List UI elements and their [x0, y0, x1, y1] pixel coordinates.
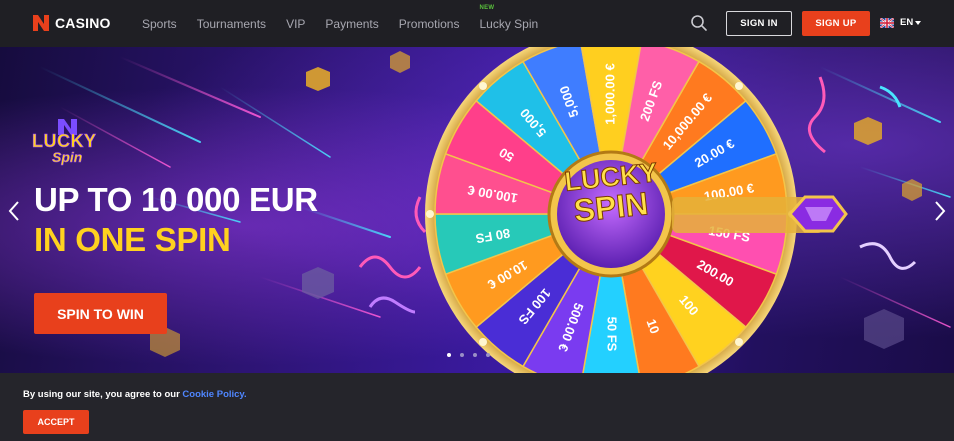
language-selector[interactable]: EN [880, 17, 922, 28]
sign-up-button[interactable]: SIGN UP [802, 11, 870, 36]
wheel-segment-label: 50 FS [605, 317, 620, 352]
search-icon[interactable] [690, 14, 708, 32]
caret-down-icon [915, 20, 922, 25]
wheel-segment-label: 1,000.00 € [602, 63, 617, 124]
sign-in-button[interactable]: SIGN IN [726, 11, 792, 36]
nav-item-tournaments[interactable]: Tournaments [197, 17, 266, 31]
wheel-pointer [672, 195, 848, 233]
nav-item-sports[interactable]: Sports [142, 17, 177, 31]
lucky-spin-logo: LUCKY Spin [30, 113, 120, 173]
nav-item-lucky-spin[interactable]: NEW Lucky Spin [479, 5, 539, 31]
carousel-dot-3[interactable] [473, 353, 477, 357]
spin-to-win-button[interactable]: SPIN TO WIN [34, 293, 167, 334]
lucky-logo-word2: Spin [52, 149, 83, 166]
hero-headline-line1: UP TO 10 000 EUR [34, 181, 318, 218]
accept-cookies-button[interactable]: ACCEPT [23, 410, 89, 434]
hero-banner: 5,000 5,000 1,000.00 €200 FS 10,000.00 €20.… [0, 47, 954, 373]
logo-text: CASINO [55, 15, 111, 31]
carousel-dot-4[interactable] [486, 353, 490, 357]
wheel-center-label: LUCKY SPIN [555, 157, 667, 230]
carousel-dot-2[interactable] [460, 353, 464, 357]
nav-item-vip[interactable]: VIP [286, 17, 305, 31]
uk-flag-icon [880, 17, 894, 28]
cookie-text: By using our site, you agree to our [23, 389, 183, 400]
cookie-policy-link[interactable]: Cookie Policy. [182, 389, 246, 400]
main-nav: Sports Tournaments VIP Payments Promotio… [142, 0, 558, 47]
nav-item-lucky-spin-label: Lucky Spin [479, 16, 539, 31]
language-label: EN [900, 17, 914, 28]
hero-headline-line2: IN ONE SPIN [34, 221, 231, 258]
cookie-message: By using our site, you agree to our Cook… [23, 389, 247, 400]
casino-logo[interactable]: CASINO [32, 14, 111, 32]
carousel-dots [447, 353, 499, 357]
nav-item-payments[interactable]: Payments [325, 17, 378, 31]
carousel-dot-1[interactable] [447, 353, 451, 357]
top-navbar: CASINO Sports Tournaments VIP Payments P… [0, 0, 954, 47]
cookie-banner: By using our site, you agree to our Cook… [0, 373, 954, 441]
new-badge: NEW [479, 4, 495, 11]
next-arrow-icon[interactable] [935, 201, 946, 221]
prev-arrow-icon[interactable] [8, 201, 19, 221]
n-logo-icon [33, 15, 49, 31]
nav-item-promotions[interactable]: Promotions [399, 17, 460, 31]
